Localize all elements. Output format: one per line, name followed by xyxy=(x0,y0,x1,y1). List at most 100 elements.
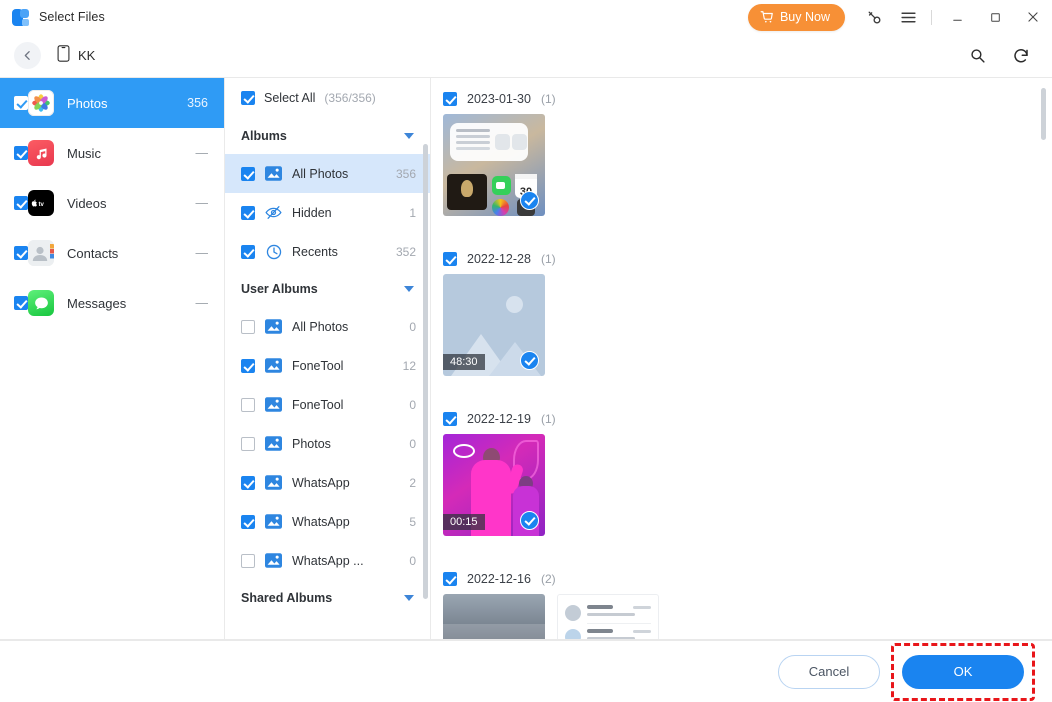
album-item-all-photos[interactable]: All Photos 356 xyxy=(225,154,430,193)
photo-thumbnail[interactable]: 30 xyxy=(443,114,545,216)
photo-thumbnail[interactable] xyxy=(557,594,659,640)
date-group-checkbox[interactable] xyxy=(443,572,457,586)
photos-checkbox[interactable] xyxy=(14,96,28,110)
album-item-whatsapp-2[interactable]: WhatsApp 5 xyxy=(225,502,430,541)
photo-date-header[interactable]: 2022-12-28 (1) xyxy=(443,244,1052,274)
album-label: Photos xyxy=(292,437,399,451)
title-bar: Select Files Buy Now xyxy=(0,0,1052,34)
select-all-checkbox[interactable] xyxy=(241,91,255,105)
album-checkbox[interactable] xyxy=(241,437,255,451)
album-checkbox[interactable] xyxy=(241,359,255,373)
album-checkbox[interactable] xyxy=(241,167,255,181)
svg-text:tv: tv xyxy=(39,202,45,208)
key-icon[interactable] xyxy=(857,0,891,34)
photo-date-header[interactable]: 2023-01-30 (1) xyxy=(443,84,1052,114)
sidebar-item-photos[interactable]: Photos 356 xyxy=(0,78,224,128)
music-checkbox[interactable] xyxy=(14,146,28,160)
chevron-down-icon[interactable] xyxy=(404,286,414,292)
album-checkbox[interactable] xyxy=(241,398,255,412)
album-item-fonetool-1[interactable]: FoneTool 12 xyxy=(225,346,430,385)
photo-date-header[interactable]: 2022-12-19 (1) xyxy=(443,404,1052,434)
back-button[interactable] xyxy=(14,42,41,69)
photos-app-icon xyxy=(28,90,54,116)
device-breadcrumb-item[interactable]: KK xyxy=(57,45,95,67)
sidebar-item-contacts[interactable]: Contacts — xyxy=(0,228,224,278)
chevron-down-icon[interactable] xyxy=(404,595,414,601)
clock-icon xyxy=(265,243,282,260)
group-header-user-albums[interactable]: User Albums xyxy=(225,271,430,307)
album-item-recents[interactable]: Recents 352 xyxy=(225,232,430,271)
close-icon[interactable] xyxy=(1014,0,1052,34)
album-label: FoneTool xyxy=(292,398,399,412)
cancel-button[interactable]: Cancel xyxy=(778,655,880,689)
album-item-fonetool-2[interactable]: FoneTool 0 xyxy=(225,385,430,424)
minimize-icon[interactable] xyxy=(938,0,976,34)
date-group-checkbox[interactable] xyxy=(443,252,457,266)
music-app-icon xyxy=(28,140,54,166)
maximize-icon[interactable] xyxy=(976,0,1014,34)
select-all-count: (356/356) xyxy=(324,91,375,105)
album-checkbox[interactable] xyxy=(241,206,255,220)
album-item-user-all-photos[interactable]: All Photos 0 xyxy=(225,307,430,346)
photos-scrollbar[interactable] xyxy=(1041,88,1046,140)
photo-thumbnail[interactable] xyxy=(443,594,545,640)
search-icon[interactable] xyxy=(962,41,992,71)
album-count: 0 xyxy=(409,437,416,451)
sidebar-item-music[interactable]: Music — xyxy=(0,128,224,178)
messages-app-icon xyxy=(28,290,54,316)
select-files-dialog: Select Files Buy Now xyxy=(0,0,1052,702)
thumbnail-selected-badge[interactable] xyxy=(520,351,539,370)
sidebar-item-videos[interactable]: tv Videos — xyxy=(0,178,224,228)
album-label: WhatsApp xyxy=(292,476,399,490)
album-item-whatsapp-1[interactable]: WhatsApp 2 xyxy=(225,463,430,502)
photo-album-icon xyxy=(265,318,282,335)
album-count: 12 xyxy=(403,359,416,373)
sidebar-item-label: Photos xyxy=(67,96,187,111)
date-label: 2022-12-16 xyxy=(467,572,531,586)
contacts-checkbox[interactable] xyxy=(14,246,28,260)
album-count: 356 xyxy=(396,167,416,181)
photo-date-header[interactable]: 2022-12-16 (2) xyxy=(443,564,1052,594)
albums-scrollbar[interactable] xyxy=(423,144,428,599)
photo-album-icon xyxy=(265,474,282,491)
dialog-footer: Cancel OK xyxy=(0,640,1052,702)
album-label: Hidden xyxy=(292,206,399,220)
select-all-row[interactable]: Select All (356/356) xyxy=(225,78,430,118)
album-count: 0 xyxy=(409,398,416,412)
group-header-albums[interactable]: Albums xyxy=(225,118,430,154)
album-item-hidden[interactable]: Hidden 1 xyxy=(225,193,430,232)
album-item-photos[interactable]: Photos 0 xyxy=(225,424,430,463)
device-name: KK xyxy=(78,48,95,63)
sidebar-item-label: Contacts xyxy=(67,246,196,261)
photo-album-icon xyxy=(265,435,282,452)
photo-thumbnail[interactable]: 00:15 xyxy=(443,434,545,536)
ok-button[interactable]: OK xyxy=(902,655,1024,689)
ok-button-wrapper: OK xyxy=(902,655,1024,689)
thumbnail-selected-badge[interactable] xyxy=(520,191,539,210)
chevron-down-icon[interactable] xyxy=(404,133,414,139)
videos-checkbox[interactable] xyxy=(14,196,28,210)
window-title: Select Files xyxy=(39,10,105,24)
group-title: Shared Albums xyxy=(241,591,404,605)
thumbnail-selected-badge[interactable] xyxy=(520,511,539,530)
album-checkbox[interactable] xyxy=(241,554,255,568)
hamburger-menu-icon[interactable] xyxy=(891,0,925,34)
photo-thumbnail[interactable]: 48:30 xyxy=(443,274,545,376)
sidebar-item-messages[interactable]: Messages — xyxy=(0,278,224,328)
album-checkbox[interactable] xyxy=(241,515,255,529)
messages-checkbox[interactable] xyxy=(14,296,28,310)
album-checkbox[interactable] xyxy=(241,476,255,490)
album-count: 1 xyxy=(409,206,416,220)
group-header-shared-albums[interactable]: Shared Albums xyxy=(225,580,430,616)
video-duration-badge: 48:30 xyxy=(443,354,485,370)
buy-now-button[interactable]: Buy Now xyxy=(748,4,845,31)
album-label: FoneTool xyxy=(292,359,393,373)
date-group-checkbox[interactable] xyxy=(443,412,457,426)
album-checkbox[interactable] xyxy=(241,245,255,259)
phone-icon xyxy=(57,45,70,67)
date-group-checkbox[interactable] xyxy=(443,92,457,106)
album-item-whatsapp-3[interactable]: WhatsApp ... 0 xyxy=(225,541,430,580)
album-checkbox[interactable] xyxy=(241,320,255,334)
refresh-icon[interactable] xyxy=(1006,41,1036,71)
sidebar-item-count: — xyxy=(196,246,209,260)
